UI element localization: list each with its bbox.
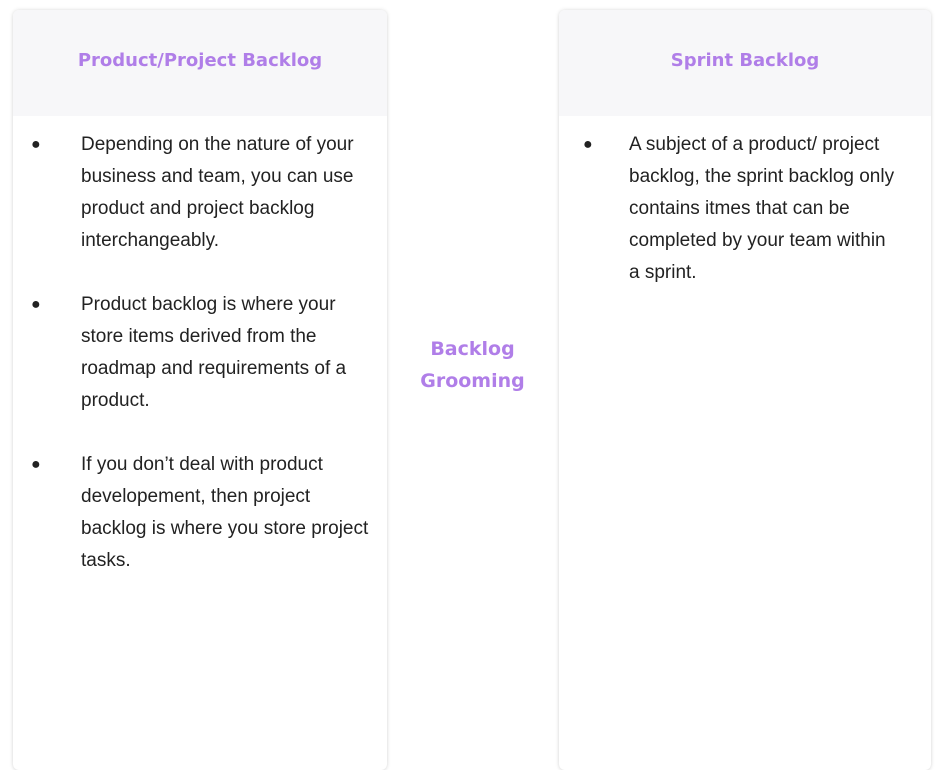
bullet-icon: ●: [31, 456, 41, 473]
list-item: ● Depending on the nature of your busine…: [13, 129, 387, 257]
sprint-backlog-header: Sprint Backlog: [559, 10, 931, 116]
list-item-text: A subject of a product/ project backlog,…: [629, 134, 895, 283]
bullet-icon: ●: [31, 136, 41, 153]
list-item-text: If you don’t deal with product developem…: [81, 454, 369, 571]
list-item-text: Depending on the nature of your business…: [81, 134, 354, 251]
sprint-backlog-list: ● A subject of a product/ project backlo…: [559, 116, 931, 289]
list-item: ● A subject of a product/ project backlo…: [559, 129, 931, 289]
product-backlog-list: ● Depending on the nature of your busine…: [13, 116, 387, 577]
list-item: ● Product backlog is where your store it…: [13, 289, 387, 417]
bullet-icon: ●: [583, 136, 593, 153]
sprint-backlog-card: Sprint Backlog ● A subject of a product/…: [559, 10, 931, 770]
backlog-grooming-label: Backlog Grooming: [420, 338, 525, 392]
sprint-backlog-title: Sprint Backlog: [670, 50, 820, 71]
list-item: ● If you don’t deal with product develop…: [13, 449, 387, 577]
product-backlog-title: Product/Project Backlog: [77, 50, 323, 71]
product-backlog-header: Product/Project Backlog: [13, 10, 387, 116]
product-backlog-card: Product/Project Backlog ● Depending on t…: [13, 10, 387, 770]
bullet-icon: ●: [31, 296, 41, 313]
list-item-text: Product backlog is where your store item…: [81, 294, 347, 411]
